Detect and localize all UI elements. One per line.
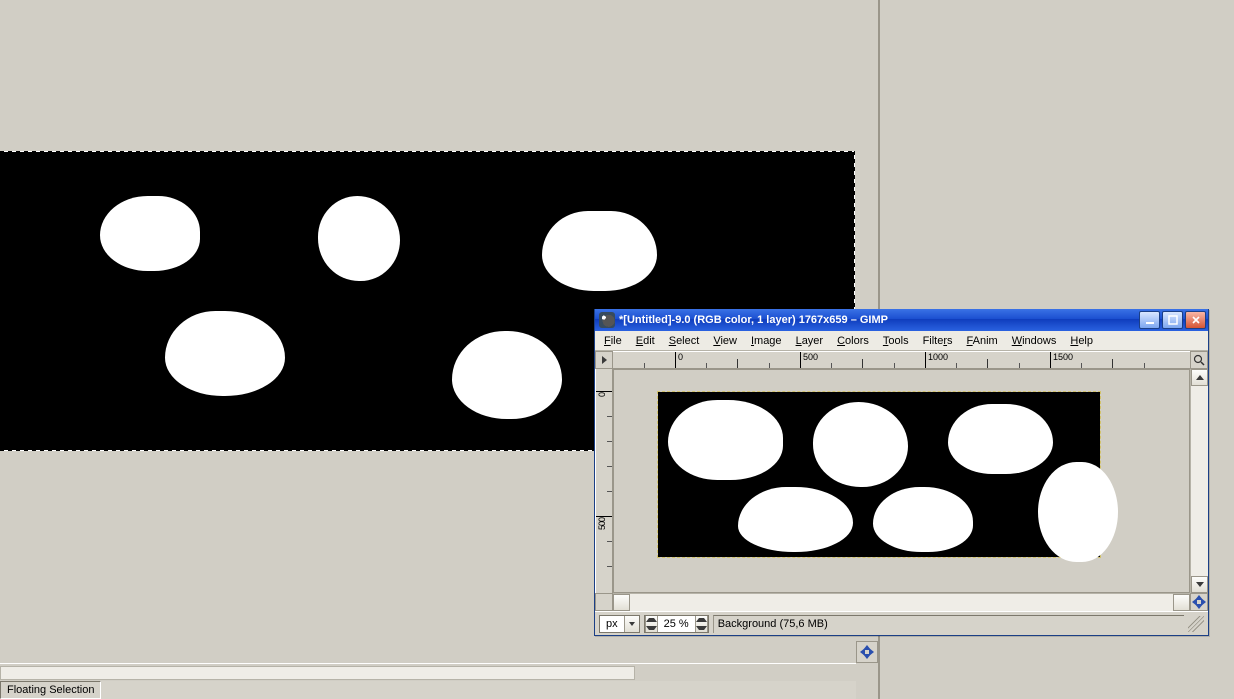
arrow-right-icon: [602, 356, 607, 364]
blob-shape: [668, 400, 783, 480]
menu-tools[interactable]: Tools: [876, 331, 916, 350]
navigation-icon: [860, 645, 874, 659]
blob-shape: [738, 487, 853, 552]
ruler-h-tick: 0: [678, 352, 683, 362]
maximize-button[interactable]: [1162, 311, 1183, 329]
ruler-origin-button[interactable]: [595, 351, 613, 369]
ruler-v-tick: 0: [597, 393, 607, 397]
maximize-icon: [1168, 315, 1178, 325]
canvas-image[interactable]: [658, 392, 1100, 557]
minimize-icon: [1145, 315, 1155, 325]
window-buttons: [1139, 311, 1206, 329]
selection-border-top: [0, 151, 855, 152]
canvas-row: 0 500: [595, 369, 1208, 593]
hscroll-row: [595, 593, 1208, 611]
blob-shape: [452, 331, 562, 419]
close-button[interactable]: [1185, 311, 1206, 329]
blob-shape: [1038, 462, 1118, 562]
secondary-window: *[Untitled]-9.0 (RGB color, 1 layer) 176…: [594, 309, 1209, 636]
blob-shape: [318, 196, 400, 281]
arrow-down-icon: [646, 626, 657, 630]
navigation-button[interactable]: [1190, 593, 1208, 611]
scroll-up-button[interactable]: [1191, 369, 1208, 386]
chevron-down-icon: [629, 622, 635, 626]
menu-view[interactable]: View: [706, 331, 744, 350]
main-statusbar-area: Floating Selection: [0, 663, 856, 699]
ruler-h-tick: 1000: [928, 352, 948, 362]
app-icon: [599, 312, 615, 328]
zoom-toggle-button[interactable]: [1190, 351, 1208, 369]
horizontal-scrollbar[interactable]: [613, 593, 1190, 611]
menu-windows[interactable]: Windows: [1005, 331, 1064, 350]
menu-layer[interactable]: Layer: [789, 331, 831, 350]
ruler-corner-left: [595, 593, 613, 611]
arrow-up-icon: [1196, 375, 1204, 380]
units-dropdown-button[interactable]: [624, 616, 639, 632]
resize-grip[interactable]: [1188, 616, 1204, 632]
zoom-spin[interactable]: 25 %: [644, 615, 709, 633]
arrow-down-icon: [696, 626, 707, 630]
ruler-h-tick: 1500: [1053, 352, 1073, 362]
arrow-down-icon: [1196, 582, 1204, 587]
menu-filters[interactable]: Filters: [916, 331, 960, 350]
menu-edit[interactable]: Edit: [629, 331, 662, 350]
window-body: 0 500 1000 1500 0 500: [595, 351, 1208, 635]
menu-select[interactable]: Select: [662, 331, 707, 350]
minimize-button[interactable]: [1139, 311, 1160, 329]
zoom-value[interactable]: 25 %: [658, 616, 695, 632]
main-horizontal-scrollbar[interactable]: [0, 666, 635, 680]
vertical-scrollbar[interactable]: [1190, 369, 1208, 593]
zoom-spin-down[interactable]: [645, 616, 658, 632]
menu-image[interactable]: Image: [744, 331, 789, 350]
scroll-v-track[interactable]: [1191, 386, 1208, 576]
status-message: Background (75,6 MB): [713, 615, 1184, 633]
ruler-v-tick: 500: [597, 518, 607, 530]
zoom-spin-up[interactable]: [695, 616, 708, 632]
units-value: px: [600, 618, 624, 630]
main-status-label: Floating Selection: [0, 681, 101, 699]
blob-shape: [542, 211, 657, 291]
scroll-h-track[interactable]: [630, 594, 1173, 611]
units-combo[interactable]: px: [599, 615, 640, 633]
window-title: *[Untitled]-9.0 (RGB color, 1 layer) 176…: [619, 314, 1139, 326]
menu-file[interactable]: File: [597, 331, 629, 350]
horizontal-ruler[interactable]: 0 500 1000 1500: [613, 351, 1190, 369]
vertical-ruler[interactable]: 0 500: [595, 369, 613, 593]
scroll-left-button[interactable]: [613, 594, 630, 611]
close-icon: [1191, 315, 1201, 325]
statusbar: px 25 % Background (75,6 MB): [595, 611, 1208, 635]
ruler-row: 0 500 1000 1500: [595, 351, 1208, 369]
ruler-h-tick: 500: [803, 352, 818, 362]
main-navigation-button[interactable]: [856, 641, 878, 663]
blob-shape: [948, 404, 1053, 474]
arrow-up-icon: [696, 618, 707, 622]
menu-fanim[interactable]: FAnim: [960, 331, 1005, 350]
blob-shape: [165, 311, 285, 396]
blob-shape: [100, 196, 200, 271]
menu-help[interactable]: Help: [1063, 331, 1100, 350]
canvas-viewport[interactable]: [613, 369, 1190, 593]
scroll-right-button[interactable]: [1173, 594, 1190, 611]
main-statusbar: Floating Selection: [0, 681, 856, 699]
menubar: File Edit Select View Image Layer Colors…: [595, 331, 1208, 351]
scroll-down-button[interactable]: [1191, 576, 1208, 593]
blob-shape: [813, 402, 908, 487]
navigation-icon: [1192, 595, 1206, 609]
arrow-up-icon: [646, 618, 657, 622]
magnifier-icon: [1193, 354, 1205, 366]
blob-shape: [873, 487, 973, 552]
main-hscroll-row: [0, 663, 856, 681]
menu-colors[interactable]: Colors: [830, 331, 876, 350]
titlebar[interactable]: *[Untitled]-9.0 (RGB color, 1 layer) 176…: [595, 309, 1208, 331]
